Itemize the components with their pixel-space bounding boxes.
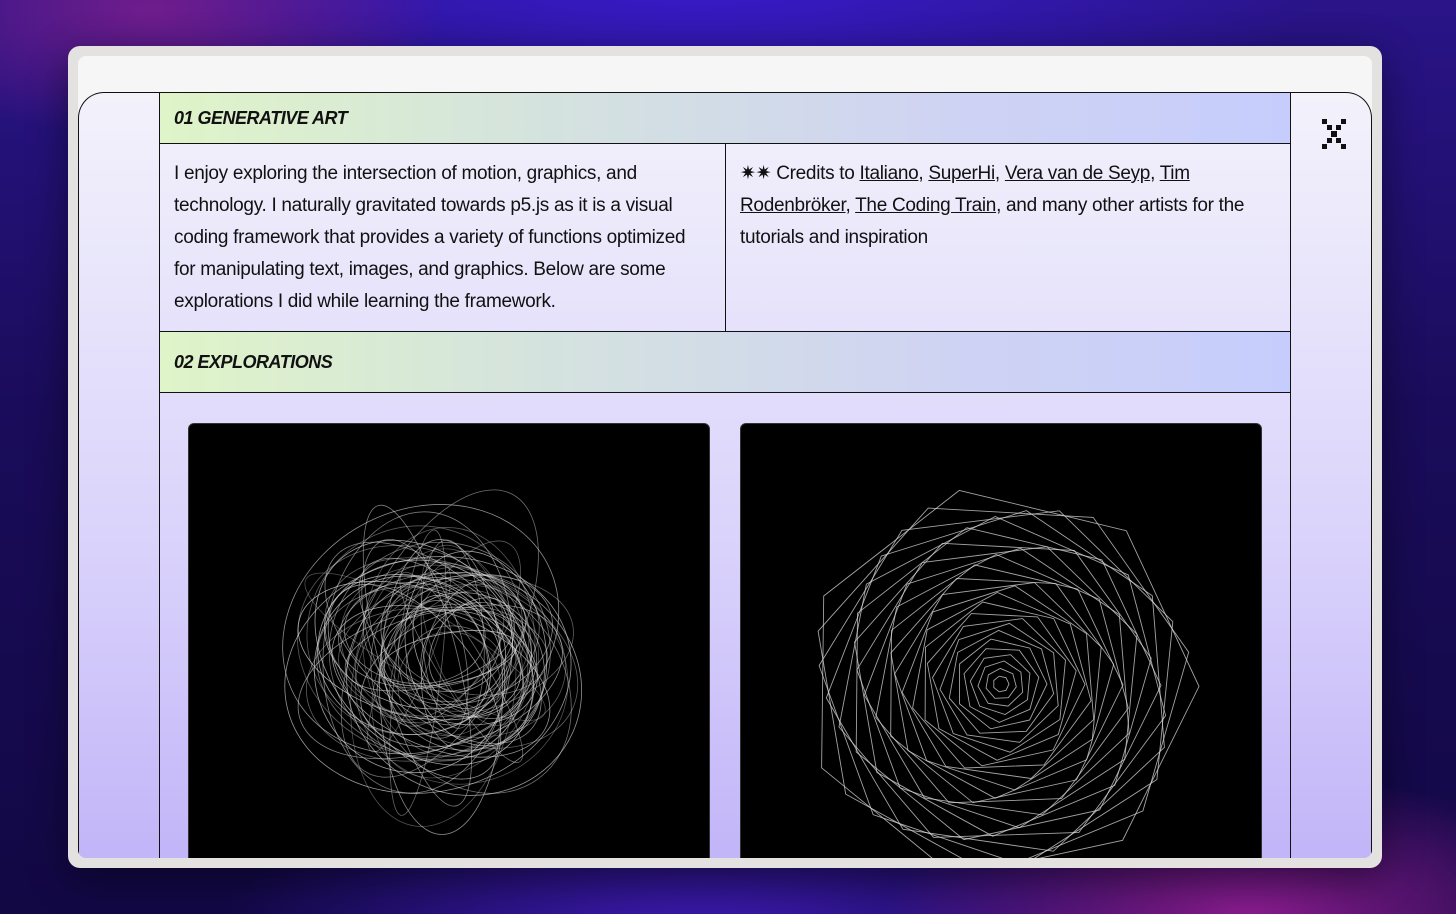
credits: ✷✷ Credits to Italiano, SuperHi, Vera va…	[740, 163, 1245, 248]
credit-link-vera-van-de-seyp[interactable]: Vera van de Seyp	[1005, 163, 1151, 184]
artwork-tangled-ellipses[interactable]	[188, 423, 710, 858]
section-title: 02 EXPLORATIONS	[174, 351, 333, 372]
polygon-spiral-image	[817, 489, 1200, 858]
credits-prefix: ✷✷ Credits to	[740, 163, 860, 184]
section-title: 01 GENERATIVE ART	[174, 107, 348, 128]
window-content: 01 GENERATIVE ART I enjoy exploring the …	[78, 56, 1372, 858]
artwork-polygon-spiral[interactable]	[740, 423, 1262, 858]
intro-description: I enjoy exploring the intersection of mo…	[160, 144, 726, 331]
project-page: 01 GENERATIVE ART I enjoy exploring the …	[78, 92, 1372, 858]
credit-link-italiano[interactable]: Italiano	[860, 163, 919, 184]
content-column: 01 GENERATIVE ART I enjoy exploring the …	[159, 93, 1291, 858]
close-icon	[1322, 119, 1346, 149]
browser-window: 01 GENERATIVE ART I enjoy exploring the …	[68, 46, 1382, 868]
explorations-gallery	[160, 393, 1290, 858]
close-button[interactable]	[1319, 119, 1349, 149]
intro-row: I enjoy exploring the intersection of mo…	[160, 144, 1290, 332]
credit-link-coding-train[interactable]: The Coding Train	[855, 195, 996, 216]
credit-link-superhi[interactable]: SuperHi	[928, 163, 995, 184]
section-header-generative-art: 01 GENERATIVE ART	[160, 93, 1290, 144]
tangled-ellipses-image	[282, 489, 583, 835]
section-header-explorations: 02 EXPLORATIONS	[160, 332, 1290, 393]
